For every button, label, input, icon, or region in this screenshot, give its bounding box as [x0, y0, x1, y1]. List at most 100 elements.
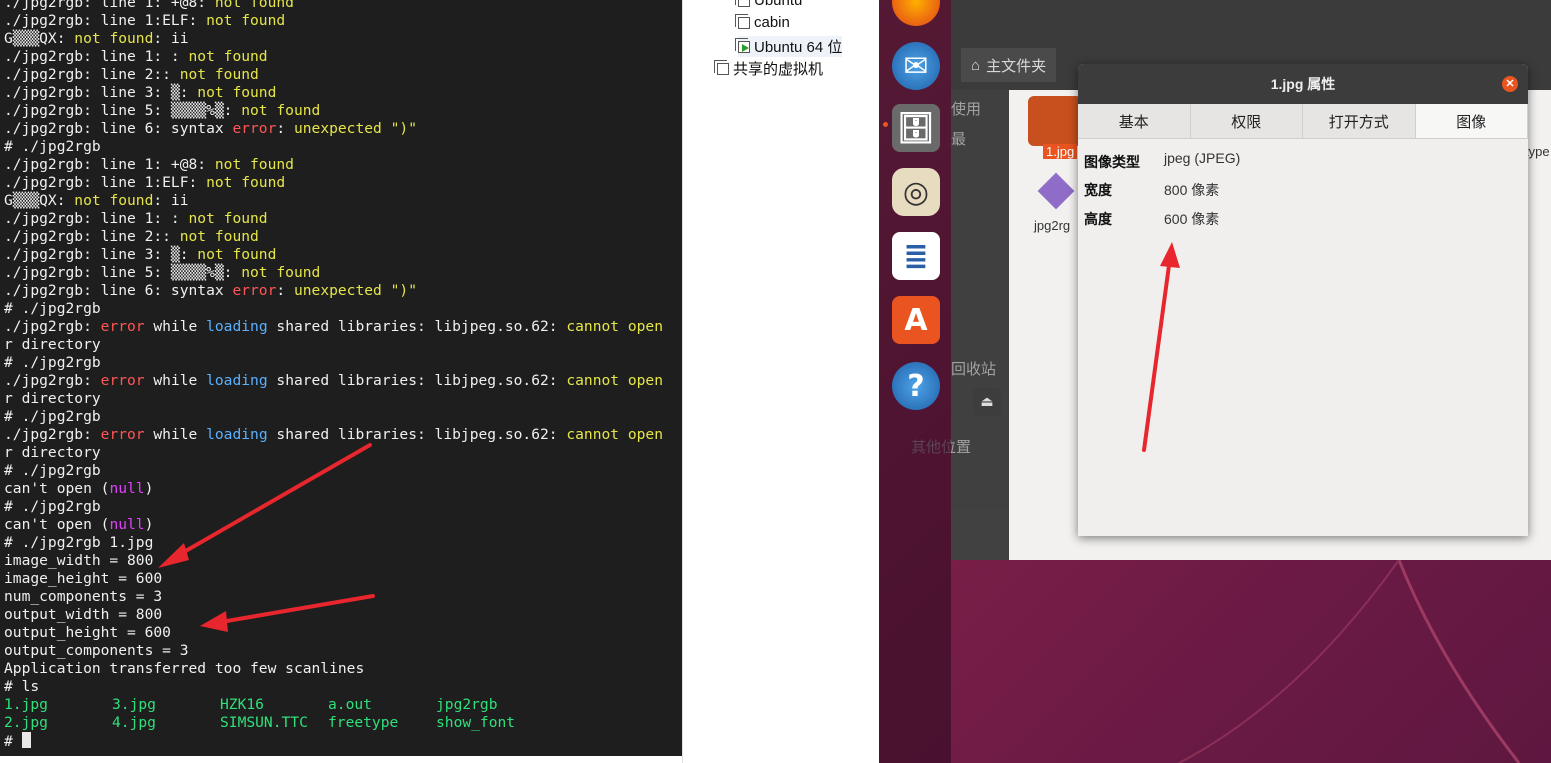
terminal-line: G▒▒▒QX: not found: ii	[4, 192, 189, 209]
running-vm-icon	[735, 37, 750, 53]
terminal-window[interactable]: ./jpg2rgb: line 1: +@8: not found ./jpg2r…	[0, 0, 682, 763]
file-label-1jpg: 1.jpg	[1043, 144, 1078, 159]
terminal-line: output_height = 600	[4, 624, 171, 641]
terminal-line: image_height = 600	[4, 570, 163, 587]
ubuntu-dock: ✉ 🗄 ◎ ≣ A ?	[879, 0, 951, 763]
terminal-bottom-strip	[0, 756, 682, 763]
firefox-icon[interactable]	[892, 0, 940, 26]
vm-item-cabin[interactable]: cabin	[735, 13, 790, 31]
terminal-line: # ./jpg2rgb	[4, 462, 101, 479]
terminal-line: # ./jpg2rgb 1.jpg	[4, 534, 154, 551]
terminal-cursor	[21, 732, 31, 748]
active-app-indicator	[883, 122, 888, 127]
terminal-line: # ls	[4, 678, 40, 695]
vm-item-label: Ubuntu 64 位	[754, 39, 843, 56]
dialog-title: 1.jpg 属性	[1270, 76, 1336, 92]
files-icon[interactable]: 🗄	[892, 104, 940, 152]
ls-file-name: 3.jpg	[112, 696, 156, 713]
terminal-line: can't open (null)	[4, 480, 154, 497]
terminal-line: r directory	[4, 390, 101, 407]
terminal-line: ./jpg2rgb: error while loading shared li…	[4, 426, 664, 443]
terminal-line: # ./jpg2rgb	[4, 498, 101, 515]
dialog-titlebar[interactable]: 1.jpg 属性 ✕	[1078, 64, 1528, 104]
sidebar-item-recent[interactable]: 使用	[951, 98, 981, 119]
terminal-line: # ./jpg2rgb	[4, 300, 101, 317]
prop-key: 宽度	[1084, 182, 1112, 198]
sidebar-item-starred[interactable]: 最	[951, 128, 966, 149]
vm-item-label: 共享的虚拟机	[733, 61, 824, 78]
prop-key: 图像类型	[1084, 154, 1140, 170]
home-path-button[interactable]: ⌂ 主文件夹	[961, 48, 1057, 82]
terminal-line: can't open (null)	[4, 516, 154, 533]
tab-image[interactable]: 图像	[1415, 104, 1528, 138]
prop-value: 600 像素	[1164, 211, 1220, 227]
terminal-line: ./jpg2rgb: line 1: +@8: not found	[4, 156, 294, 173]
eject-button[interactable]: ⏏	[973, 388, 1001, 416]
ls-file-name: 2.jpg	[4, 714, 48, 731]
shared-vm-icon	[714, 59, 729, 75]
terminal-prompt[interactable]: #	[4, 732, 663, 750]
libreoffice-writer-icon[interactable]: ≣	[892, 232, 940, 280]
terminal-line: output_width = 800	[4, 606, 163, 623]
ls-file-name: show_font	[436, 714, 516, 731]
rhythmbox-icon[interactable]: ◎	[892, 168, 940, 216]
terminal-line: output_components = 3	[4, 642, 189, 659]
ls-file-name: HZK16	[220, 696, 264, 713]
ls-file-name: a.out	[328, 696, 372, 713]
vm-item-ubuntu[interactable]: Ubuntu	[735, 0, 803, 9]
terminal-line: # ./jpg2rgb	[4, 354, 101, 371]
terminal-line: r directory	[4, 444, 101, 461]
vm-item-label: Ubuntu	[754, 0, 803, 9]
tab-basic[interactable]: 基本	[1078, 104, 1191, 138]
prop-key: 高度	[1084, 211, 1112, 227]
ls-file-name: 1.jpg	[4, 696, 48, 713]
ls-file-name: 4.jpg	[112, 714, 156, 731]
dialog-tabs: 基本 权限 打开方式 图像	[1078, 104, 1528, 139]
tab-permissions[interactable]: 权限	[1191, 104, 1303, 138]
terminal-line: ./jpg2rgb: line 5: ▒▒▒▒%▒: not found	[4, 264, 321, 281]
properties-dialog: 1.jpg 属性 ✕ 基本 权限 打开方式 图像 图像类型 jpeg (JPEG…	[1078, 64, 1528, 536]
help-icon[interactable]: ?	[892, 362, 940, 410]
terminal-line: ./jpg2rgb: line 6: syntax error: unexpec…	[4, 282, 417, 299]
terminal-line: ./jpg2rgb: line 1: : not found	[4, 48, 268, 65]
ls-output-row: 2.jpg 4.jpg SIMSUN.TTC freetype show_font	[4, 714, 663, 732]
terminal-line: num_components = 3	[4, 588, 163, 605]
thunderbird-icon[interactable]: ✉	[892, 42, 940, 90]
close-icon[interactable]: ✕	[1502, 76, 1518, 92]
tab-open-with[interactable]: 打开方式	[1303, 104, 1416, 138]
terminal-line: ./jpg2rgb: line 5: ▒▒▒▒%▒: not found	[4, 102, 321, 119]
vm-library-pane: Ubuntu cabin Ubuntu 64 位 共享的虚拟机	[682, 0, 880, 763]
terminal-line: Application transferred too few scanline…	[4, 660, 365, 677]
prop-value: 800 像素	[1164, 182, 1220, 198]
terminal-line: ./jpg2rgb: line 1:ELF: not found	[4, 12, 286, 29]
terminal-line: # ./jpg2rgb	[4, 408, 101, 425]
terminal-line: ./jpg2rgb: error while loading shared li…	[4, 372, 664, 389]
home-label: 主文件夹	[986, 57, 1047, 75]
ls-output-row: 1.jpg 3.jpg HZK16 a.out jpg2rgb	[4, 696, 663, 714]
vm-item-ubuntu-64[interactable]: Ubuntu 64 位	[735, 36, 843, 57]
file-label-type: type	[1525, 144, 1550, 159]
terminal-output: ./jpg2rgb: line 1: +@8: not found ./jpg2r…	[4, 0, 663, 750]
terminal-line: ./jpg2rgb: line 2:: not found	[4, 228, 259, 245]
software-center-icon[interactable]: A	[892, 296, 940, 344]
terminal-line: ./jpg2rgb: line 1: +@8: not found	[4, 0, 294, 11]
file-manager-sidebar: 使用 最 回收站 其他位置	[911, 90, 1009, 560]
terminal-line: ./jpg2rgb: line 3: ▒: not found	[4, 246, 277, 263]
terminal-line: G▒▒▒QX: not found: ii	[4, 30, 189, 47]
terminal-line: # ./jpg2rgb	[4, 138, 101, 155]
terminal-line: image_width = 800	[4, 552, 154, 569]
file-label-jpg2rgb: jpg2rg	[1034, 218, 1071, 233]
terminal-line: ./jpg2rgb: line 1:ELF: not found	[4, 174, 286, 191]
prop-value: jpeg (JPEG)	[1164, 150, 1241, 166]
vm-item-label: cabin	[754, 14, 790, 31]
vm-icon	[735, 13, 750, 29]
file-icon-1jpg[interactable]	[1028, 96, 1082, 146]
terminal-line: r directory	[4, 336, 101, 353]
file-icon-jpg2rgb[interactable]	[1037, 172, 1075, 210]
sidebar-item-trash[interactable]: 回收站	[951, 358, 996, 379]
ls-file-name: SIMSUN.TTC	[220, 714, 308, 731]
ls-file-name: freetype	[328, 714, 399, 731]
terminal-line: ./jpg2rgb: line 6: syntax error: unexpec…	[4, 120, 417, 137]
vm-item-shared[interactable]: 共享的虚拟机	[714, 58, 824, 79]
terminal-line: ./jpg2rgb: line 2:: not found	[4, 66, 259, 83]
